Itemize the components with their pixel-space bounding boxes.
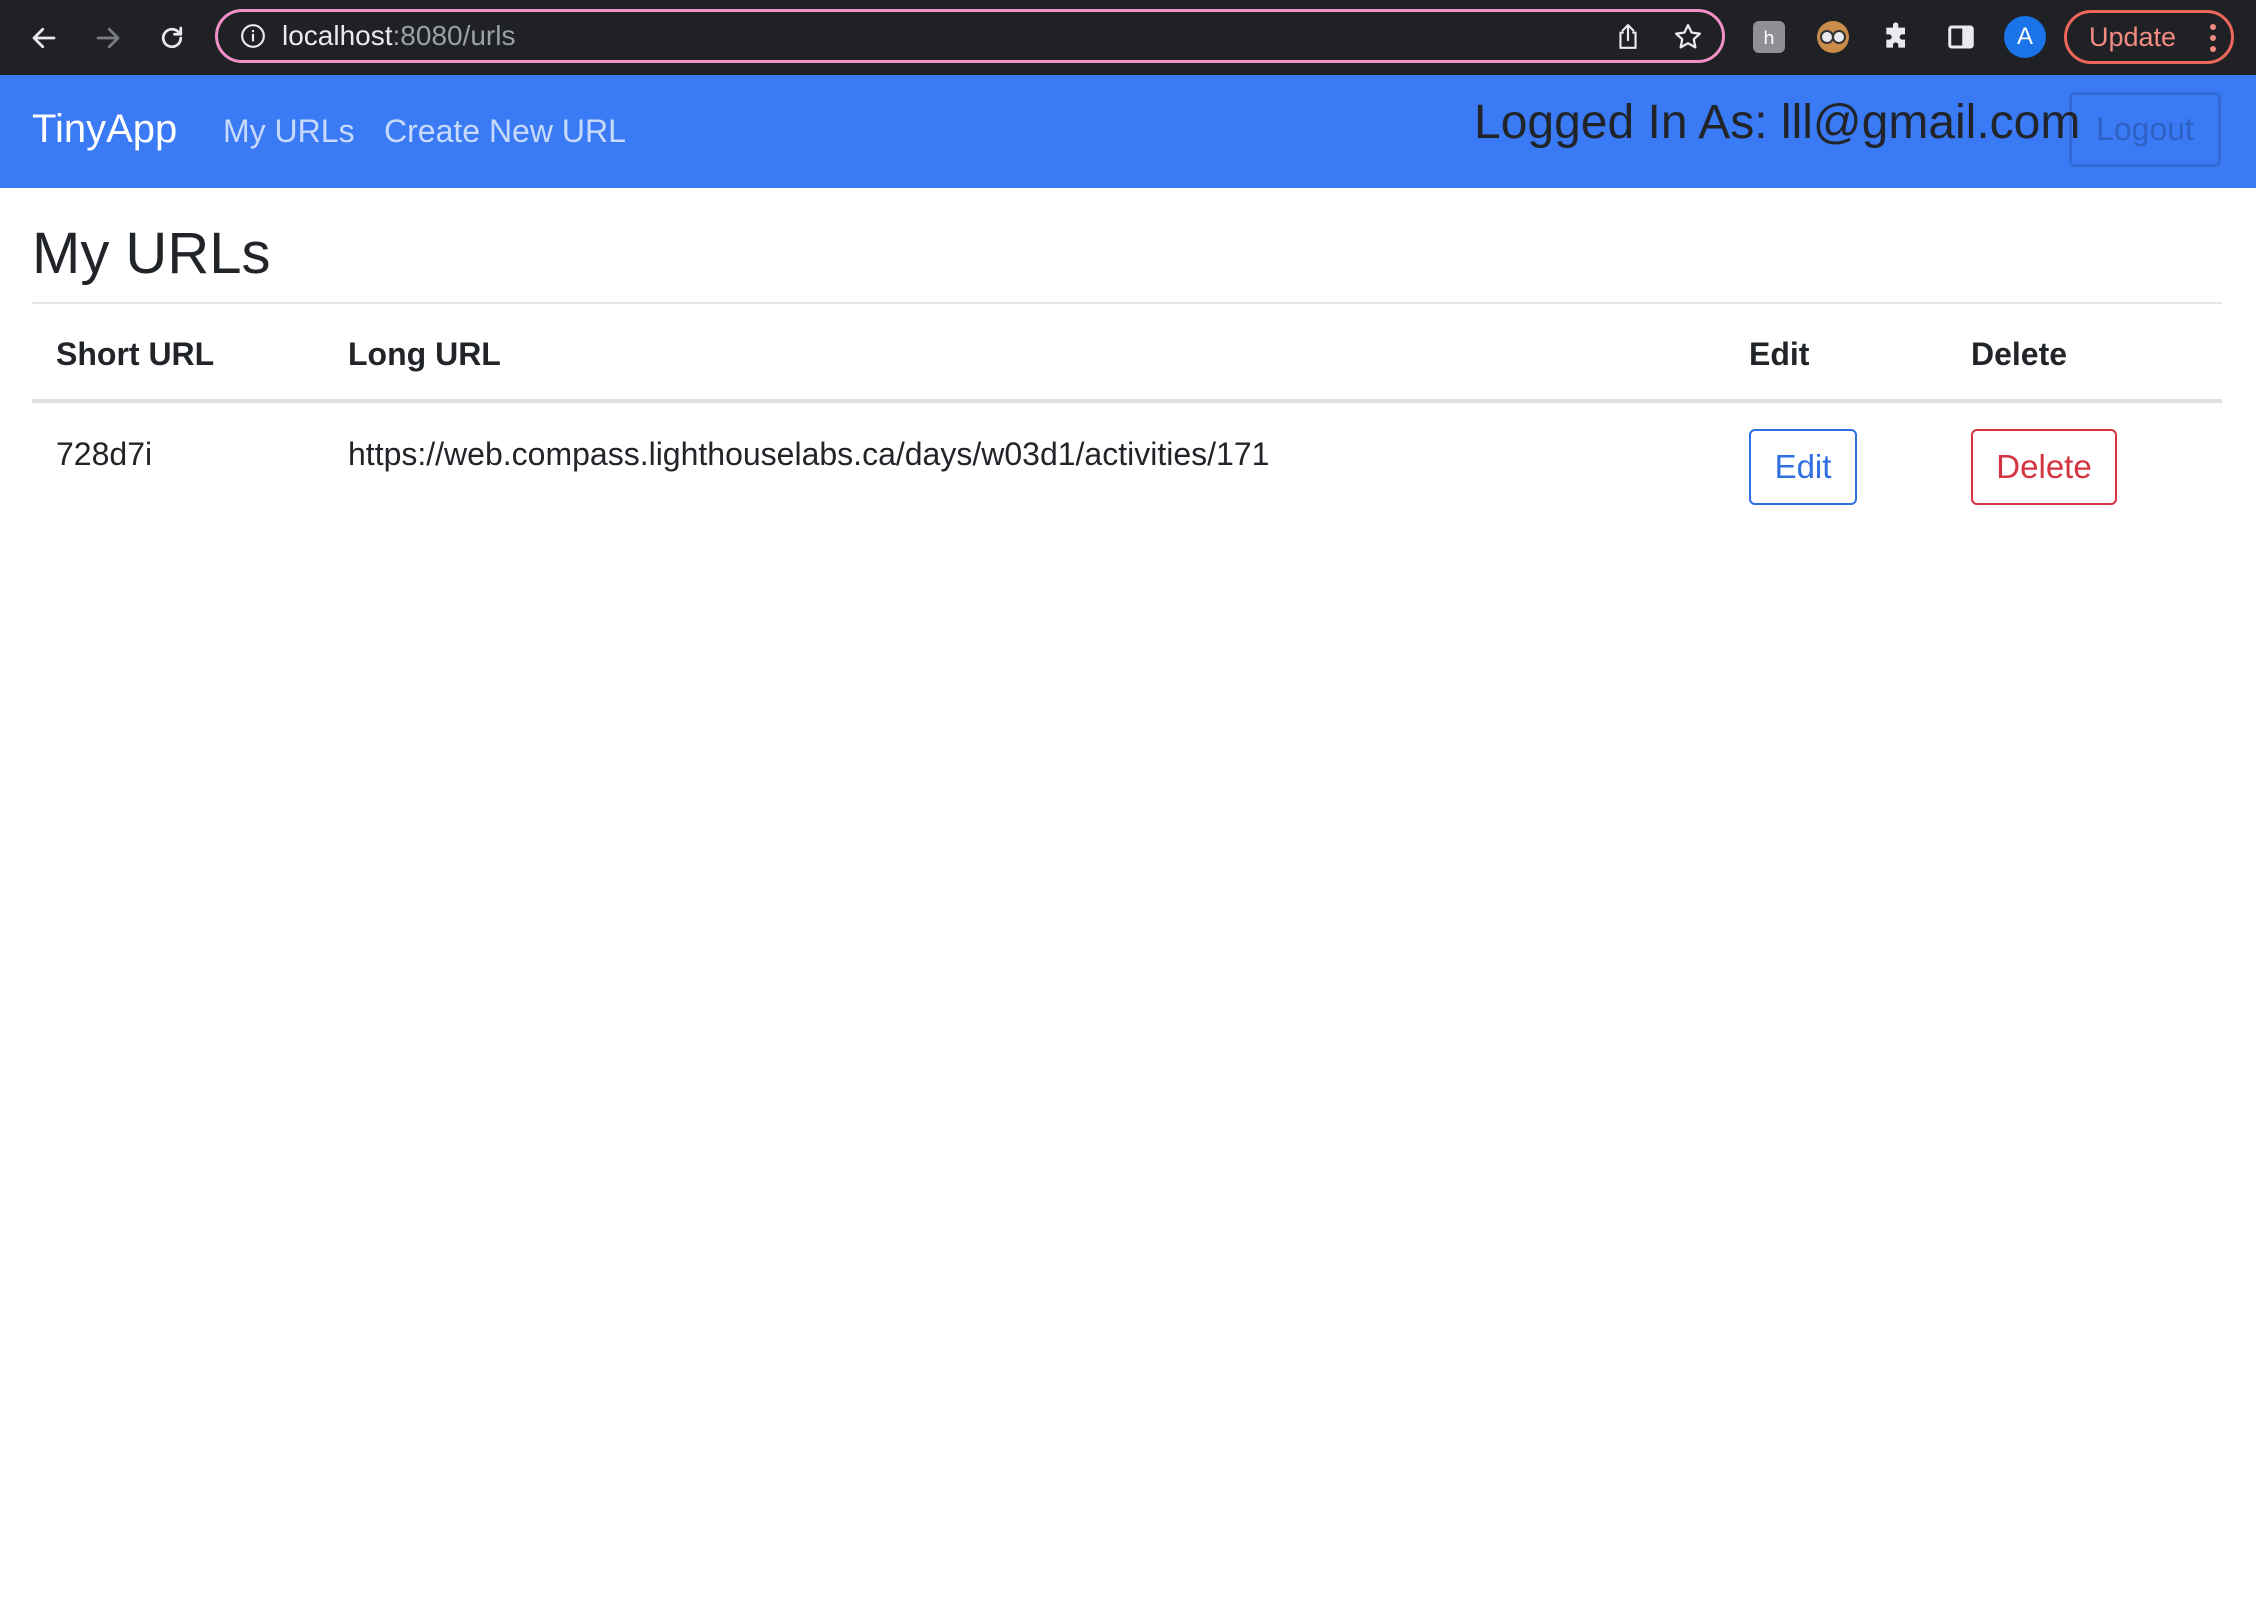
- url-text: localhost:8080/urls: [282, 20, 515, 52]
- column-header-long-url: Long URL: [348, 336, 501, 372]
- forward-icon[interactable]: [86, 16, 130, 60]
- reload-icon[interactable]: [150, 16, 194, 60]
- back-icon[interactable]: [22, 16, 66, 60]
- svg-text:h: h: [1763, 28, 1774, 49]
- column-header-short-url: Short URL: [56, 336, 215, 372]
- short-url-cell[interactable]: 728d7i: [56, 436, 152, 473]
- title-divider: [32, 302, 2222, 304]
- brand-link[interactable]: TinyApp: [32, 107, 177, 152]
- nav-link-my-urls[interactable]: My URLs: [223, 113, 355, 150]
- bookmark-star-icon[interactable]: [1673, 22, 1703, 52]
- address-bar[interactable]: localhost:8080/urls: [215, 9, 1725, 63]
- browser-toolbar: localhost:8080/urls h A Update: [0, 0, 2256, 75]
- nav-link-create-new-url[interactable]: Create New URL: [384, 113, 626, 150]
- more-menu-icon[interactable]: [2209, 23, 2217, 60]
- update-button[interactable]: Update: [2064, 10, 2234, 64]
- site-info-icon[interactable]: [238, 21, 268, 51]
- update-label: Update: [2089, 21, 2177, 52]
- share-icon[interactable]: [1613, 22, 1643, 52]
- app-navbar: TinyApp My URLs Create New URL Logged In…: [0, 75, 2256, 188]
- extensions-puzzle-icon[interactable]: [1877, 17, 1917, 57]
- logout-button[interactable]: Logout: [2069, 92, 2221, 167]
- page-title: My URLs: [32, 221, 271, 286]
- url-path: :8080/urls: [392, 20, 516, 51]
- logged-in-status: Logged In As: lll@gmail.com: [1474, 96, 2081, 149]
- profile-avatar[interactable]: A: [2004, 16, 2046, 58]
- table-header-divider: [32, 399, 2222, 403]
- edit-button[interactable]: Edit: [1749, 429, 1857, 505]
- long-url-cell: https://web.compass.lighthouselabs.ca/da…: [348, 436, 1270, 472]
- side-panel-icon[interactable]: [1941, 17, 1981, 57]
- delete-button[interactable]: Delete: [1971, 429, 2117, 505]
- extension-icon[interactable]: h: [1749, 17, 1789, 57]
- url-host: localhost: [282, 20, 393, 51]
- column-header-delete: Delete: [1971, 336, 2068, 372]
- extension-glasses-icon[interactable]: [1813, 17, 1853, 57]
- column-header-edit: Edit: [1749, 336, 1810, 372]
